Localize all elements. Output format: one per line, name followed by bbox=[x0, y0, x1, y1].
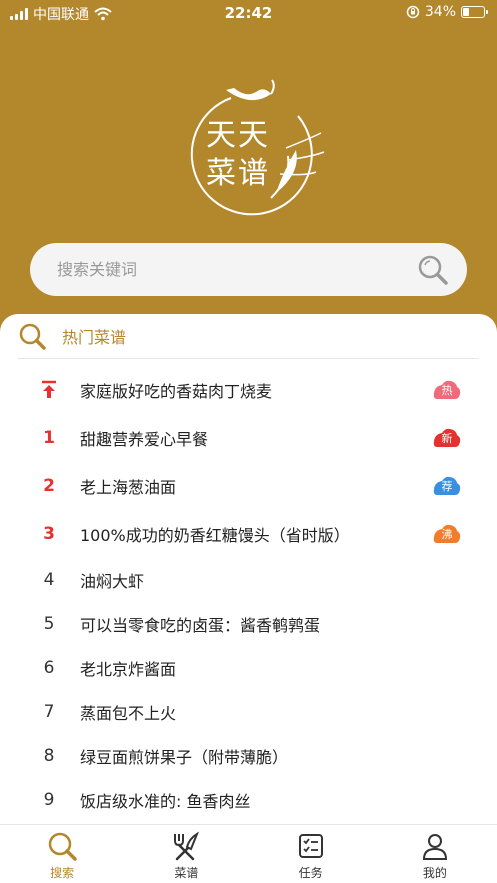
battery-icon bbox=[461, 6, 488, 18]
badge-label: 沸 bbox=[441, 528, 453, 541]
tab-mine[interactable]: 我的 bbox=[373, 825, 497, 883]
badge-label: 新 bbox=[441, 432, 453, 445]
recommend-badge: 荐 bbox=[433, 475, 461, 497]
rotation-lock-icon bbox=[406, 5, 420, 19]
tab-label: 菜谱 bbox=[174, 866, 199, 880]
logo-line-2: 菜谱 bbox=[206, 156, 270, 191]
list-item[interactable]: 6 老北京炸酱面 bbox=[0, 646, 497, 690]
hot-recipes-list: 家庭版好吃的香菇肉丁烧麦 热 1 甜趣营养爱心早餐 新 2 老上海葱油面 荐 3 bbox=[0, 366, 497, 822]
recipe-title: 绿豆面煎饼果子（附带薄脆） bbox=[80, 748, 289, 767]
rank-number: 6 bbox=[43, 658, 55, 678]
new-badge: 新 bbox=[433, 427, 461, 449]
task-list-icon bbox=[298, 834, 323, 858]
badge-label: 热 bbox=[441, 384, 453, 397]
tab-label: 任务 bbox=[298, 866, 323, 880]
hot-recipes-header: 热门菜谱 bbox=[18, 314, 479, 359]
search-bar[interactable] bbox=[30, 243, 467, 296]
recipe-title: 可以当零食吃的卤蛋：酱香鹌鹑蛋 bbox=[80, 616, 321, 635]
tab-label: 搜索 bbox=[50, 866, 75, 880]
recipe-title: 老上海葱油面 bbox=[80, 478, 177, 497]
status-bar: 中国联通 22:42 34% bbox=[0, 0, 497, 26]
search-icon bbox=[48, 832, 77, 861]
boiling-badge: 沸 bbox=[433, 523, 461, 545]
tab-search[interactable]: 搜索 bbox=[0, 825, 124, 883]
recipe-title: 饭店级水准的: 鱼香肉丝 bbox=[80, 792, 251, 811]
hot-recipes-panel: 热门菜谱 家庭版好吃的香菇肉丁烧麦 热 1 甜趣营养爱心早餐 新 2 老上海葱油… bbox=[0, 314, 497, 824]
user-icon bbox=[422, 834, 447, 860]
hot-recipes-title: 热门菜谱 bbox=[62, 328, 127, 347]
list-item[interactable]: 5 可以当零食吃的卤蛋：酱香鹌鹑蛋 bbox=[0, 602, 497, 646]
recipe-title: 老北京炸酱面 bbox=[80, 660, 177, 679]
app-logo: 天天 菜谱 bbox=[176, 78, 326, 218]
rank-number: 3 bbox=[43, 524, 55, 544]
rank-number: 5 bbox=[43, 614, 55, 634]
list-item[interactable]: 4 油焖大虾 bbox=[0, 558, 497, 602]
list-item[interactable]: 2 老上海葱油面 荐 bbox=[0, 462, 497, 510]
list-item[interactable]: 8 绿豆面煎饼果子（附带薄脆） bbox=[0, 734, 497, 778]
recipe-title: 蒸面包不上火 bbox=[80, 704, 177, 723]
rank-number: 8 bbox=[43, 746, 55, 766]
battery-percent: 34% bbox=[424, 4, 456, 20]
bottom-tab-bar: 搜索 菜谱 任务 我的 bbox=[0, 824, 497, 883]
tab-recipes[interactable]: 菜谱 bbox=[124, 825, 248, 883]
search-icon[interactable] bbox=[417, 254, 449, 286]
rank-number: 2 bbox=[43, 476, 55, 496]
list-item[interactable]: 1 甜趣营养爱心早餐 新 bbox=[0, 414, 497, 462]
list-item[interactable]: 家庭版好吃的香菇肉丁烧麦 热 bbox=[0, 366, 497, 414]
rank-number: 1 bbox=[43, 428, 55, 448]
hot-badge: 热 bbox=[433, 379, 461, 401]
search-input[interactable] bbox=[57, 260, 417, 279]
badge-label: 荐 bbox=[441, 480, 453, 493]
recipe-title: 家庭版好吃的香菇肉丁烧麦 bbox=[80, 382, 273, 401]
list-item[interactable]: 9 饭店级水准的: 鱼香肉丝 bbox=[0, 778, 497, 822]
recipe-title: 甜趣营养爱心早餐 bbox=[80, 430, 209, 449]
rank-number: 7 bbox=[43, 702, 55, 722]
recipe-title: 油焖大虾 bbox=[80, 572, 145, 591]
recipe-title: 100%成功的奶香红糖馒头（省时版） bbox=[80, 526, 350, 545]
fork-knife-icon bbox=[174, 831, 200, 861]
rank-number: 4 bbox=[43, 570, 55, 590]
search-icon bbox=[19, 323, 46, 350]
rank-number: 9 bbox=[43, 790, 55, 810]
tab-tasks[interactable]: 任务 bbox=[249, 825, 373, 883]
list-item[interactable]: 3 100%成功的奶香红糖馒头（省时版） 沸 bbox=[0, 510, 497, 558]
pin-top-icon bbox=[42, 380, 56, 398]
tab-label: 我的 bbox=[422, 866, 447, 880]
list-item[interactable]: 7 蒸面包不上火 bbox=[0, 690, 497, 734]
